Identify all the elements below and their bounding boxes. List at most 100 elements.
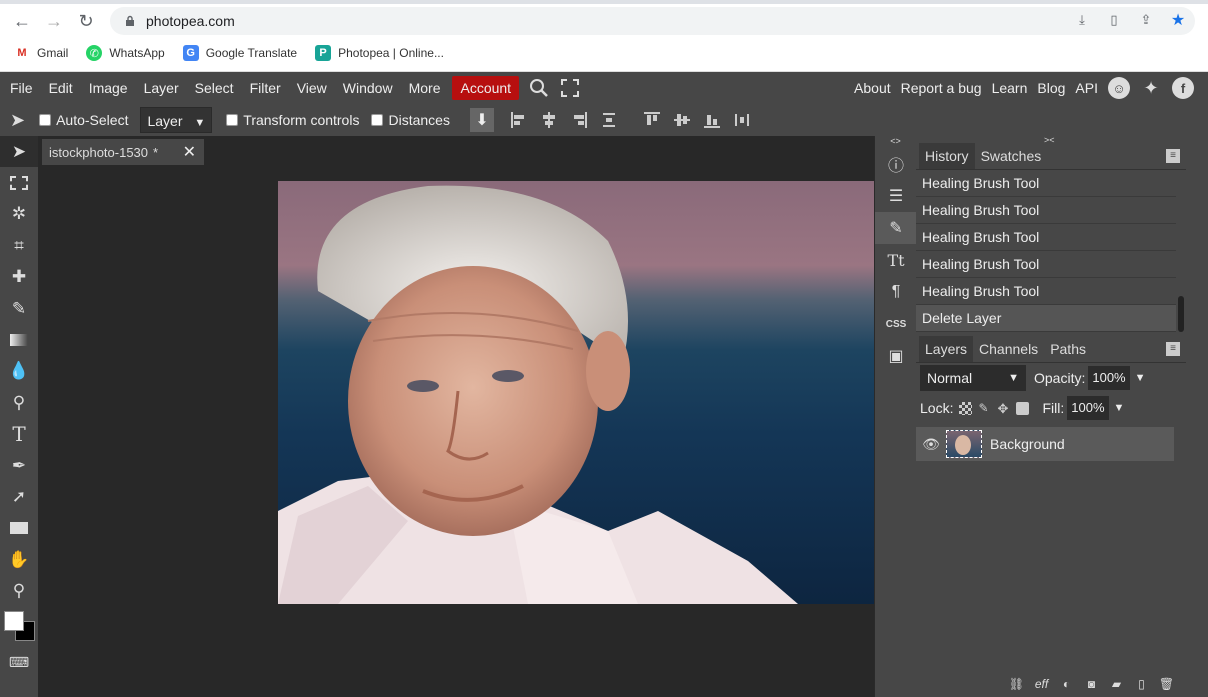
menu-window[interactable]: Window: [335, 76, 401, 100]
lock-pixels-icon[interactable]: ✎: [978, 401, 991, 415]
menu-icon[interactable]: ≡: [1166, 342, 1180, 356]
bookmark-google-translate[interactable]: G Google Translate: [182, 45, 297, 61]
path-select-tool-button[interactable]: ➚: [0, 481, 38, 512]
tab-channels[interactable]: Channels: [973, 336, 1044, 362]
brush-tool-button[interactable]: ✎: [0, 293, 38, 324]
blur-tool-button[interactable]: 💧: [0, 356, 38, 387]
bookmark-gmail[interactable]: M Gmail: [14, 45, 68, 61]
magic-wand-tool-button[interactable]: ✲: [0, 199, 38, 230]
reload-icon[interactable]: ↻: [70, 5, 102, 37]
forward-icon[interactable]: →: [38, 5, 70, 37]
facebook-icon[interactable]: f: [1172, 77, 1194, 99]
share-icon[interactable]: ⇪: [1137, 11, 1155, 29]
tab-paths[interactable]: Paths: [1044, 336, 1092, 362]
eye-icon[interactable]: 👁: [916, 436, 946, 453]
history-item[interactable]: Healing Brush Tool: [916, 170, 1176, 197]
address-bar[interactable]: photopea.com ⤓ ▯ ⇪ ★: [110, 7, 1195, 35]
menu-report-bug[interactable]: Report a bug: [896, 76, 987, 100]
fill-input[interactable]: 100%: [1067, 396, 1109, 420]
menu-filter[interactable]: Filter: [242, 76, 289, 100]
tab-layers[interactable]: Layers: [919, 336, 974, 362]
distribute-h-icon[interactable]: [734, 112, 750, 128]
history-item[interactable]: Healing Brush Tool: [916, 197, 1176, 224]
account-button[interactable]: Account: [452, 76, 520, 100]
info-icon[interactable]: ⓘ: [875, 148, 917, 180]
character-icon[interactable]: Tt: [875, 244, 917, 276]
type-tool-button[interactable]: T: [0, 419, 38, 450]
trash-icon[interactable]: 🗑: [1159, 676, 1174, 691]
menu-view[interactable]: View: [289, 76, 335, 100]
folder-icon[interactable]: ▰: [1109, 676, 1124, 691]
tab-history[interactable]: History: [919, 143, 975, 169]
image-icon[interactable]: ▣: [875, 340, 917, 372]
marquee-tool-button[interactable]: [0, 167, 38, 198]
lock-transparency-icon[interactable]: [959, 401, 973, 415]
move-tool-icon[interactable]: ➤: [10, 110, 25, 131]
align-middle-icon[interactable]: [673, 112, 690, 128]
layer-item[interactable]: 👁 Background: [916, 427, 1174, 461]
history-item[interactable]: Healing Brush Tool: [916, 251, 1176, 278]
healing-tool-button[interactable]: ✚: [0, 262, 38, 293]
move-tool-button[interactable]: ➤: [0, 136, 38, 168]
reddit-icon[interactable]: ☺: [1108, 77, 1130, 99]
link-icon[interactable]: ⛓: [1009, 676, 1024, 691]
align-top-icon[interactable]: [643, 112, 660, 128]
fill-dropdown-icon[interactable]: ▼: [1114, 402, 1125, 414]
menu-learn[interactable]: Learn: [987, 76, 1033, 100]
keyboard-icon[interactable]: ⌨: [0, 647, 38, 678]
align-center-h-icon[interactable]: [541, 112, 557, 128]
align-left-icon[interactable]: [510, 112, 527, 128]
history-item[interactable]: Healing Brush Tool: [916, 278, 1176, 305]
align-right-icon[interactable]: [571, 112, 587, 128]
hand-tool-button[interactable]: ✋: [0, 544, 38, 575]
opacity-input[interactable]: 100%: [1088, 366, 1130, 390]
align-bottom-icon[interactable]: [703, 112, 720, 128]
menu-icon[interactable]: ≡: [1166, 149, 1180, 163]
download-icon[interactable]: ⬇: [469, 108, 494, 132]
layer-select-dropdown[interactable]: Layer ▼: [140, 107, 213, 133]
auto-select-checkbox[interactable]: [39, 114, 52, 126]
search-icon[interactable]: [529, 78, 549, 98]
lock-all-icon[interactable]: [1016, 401, 1030, 415]
bookmark-whatsapp[interactable]: ✆ WhatsApp: [86, 45, 165, 61]
adjustments-icon[interactable]: ☰: [875, 180, 917, 212]
twitter-icon[interactable]: ✦: [1140, 77, 1162, 99]
zoom-tool-button[interactable]: ⚲: [0, 575, 38, 606]
menu-file[interactable]: File: [2, 76, 41, 100]
menu-about[interactable]: About: [849, 76, 896, 100]
bookmark-star-icon[interactable]: ★: [1169, 11, 1187, 29]
distances-checkbox[interactable]: [371, 114, 384, 126]
pen-tool-button[interactable]: ✒: [0, 450, 38, 481]
color-swatches[interactable]: [0, 607, 38, 647]
back-icon[interactable]: ←: [6, 5, 38, 37]
menu-edit[interactable]: Edit: [41, 76, 81, 100]
transform-controls-checkbox[interactable]: [226, 114, 239, 126]
opacity-dropdown-icon[interactable]: ▼: [1135, 372, 1146, 384]
bookmark-photopea[interactable]: P Photopea | Online...: [315, 45, 444, 61]
new-layer-icon[interactable]: ▯: [1134, 676, 1149, 691]
install-icon[interactable]: ⤓: [1073, 11, 1091, 29]
menu-api[interactable]: API: [1070, 76, 1103, 100]
blend-mode-dropdown[interactable]: Normal ▼: [920, 365, 1026, 391]
image-canvas[interactable]: [278, 181, 875, 604]
distribute-v-icon[interactable]: [601, 112, 617, 128]
brush-settings-icon[interactable]: ✎: [875, 212, 917, 244]
history-scrollbar[interactable]: [1178, 296, 1184, 332]
close-icon[interactable]: ✕: [183, 142, 196, 162]
crop-tool-button[interactable]: ⌗: [0, 230, 38, 261]
css-icon[interactable]: CSS: [875, 308, 917, 340]
adjustment-layer-icon[interactable]: ◐: [1059, 676, 1074, 691]
gradient-tool-button[interactable]: [0, 324, 38, 355]
rectangle-tool-button[interactable]: [0, 513, 38, 544]
document-icon[interactable]: ▯: [1105, 11, 1123, 29]
lock-position-icon[interactable]: ✥: [997, 402, 1010, 415]
collapse-toggle[interactable]: <>: [875, 136, 916, 148]
paragraph-icon[interactable]: ¶: [875, 276, 917, 308]
menu-blog[interactable]: Blog: [1032, 76, 1070, 100]
mask-icon[interactable]: ◙: [1084, 676, 1099, 691]
history-item[interactable]: Healing Brush Tool: [916, 224, 1176, 251]
menu-layer[interactable]: Layer: [136, 76, 187, 100]
foreground-color-swatch[interactable]: [4, 610, 24, 631]
menu-image[interactable]: Image: [81, 76, 136, 100]
tab-swatches[interactable]: Swatches: [975, 143, 1048, 169]
